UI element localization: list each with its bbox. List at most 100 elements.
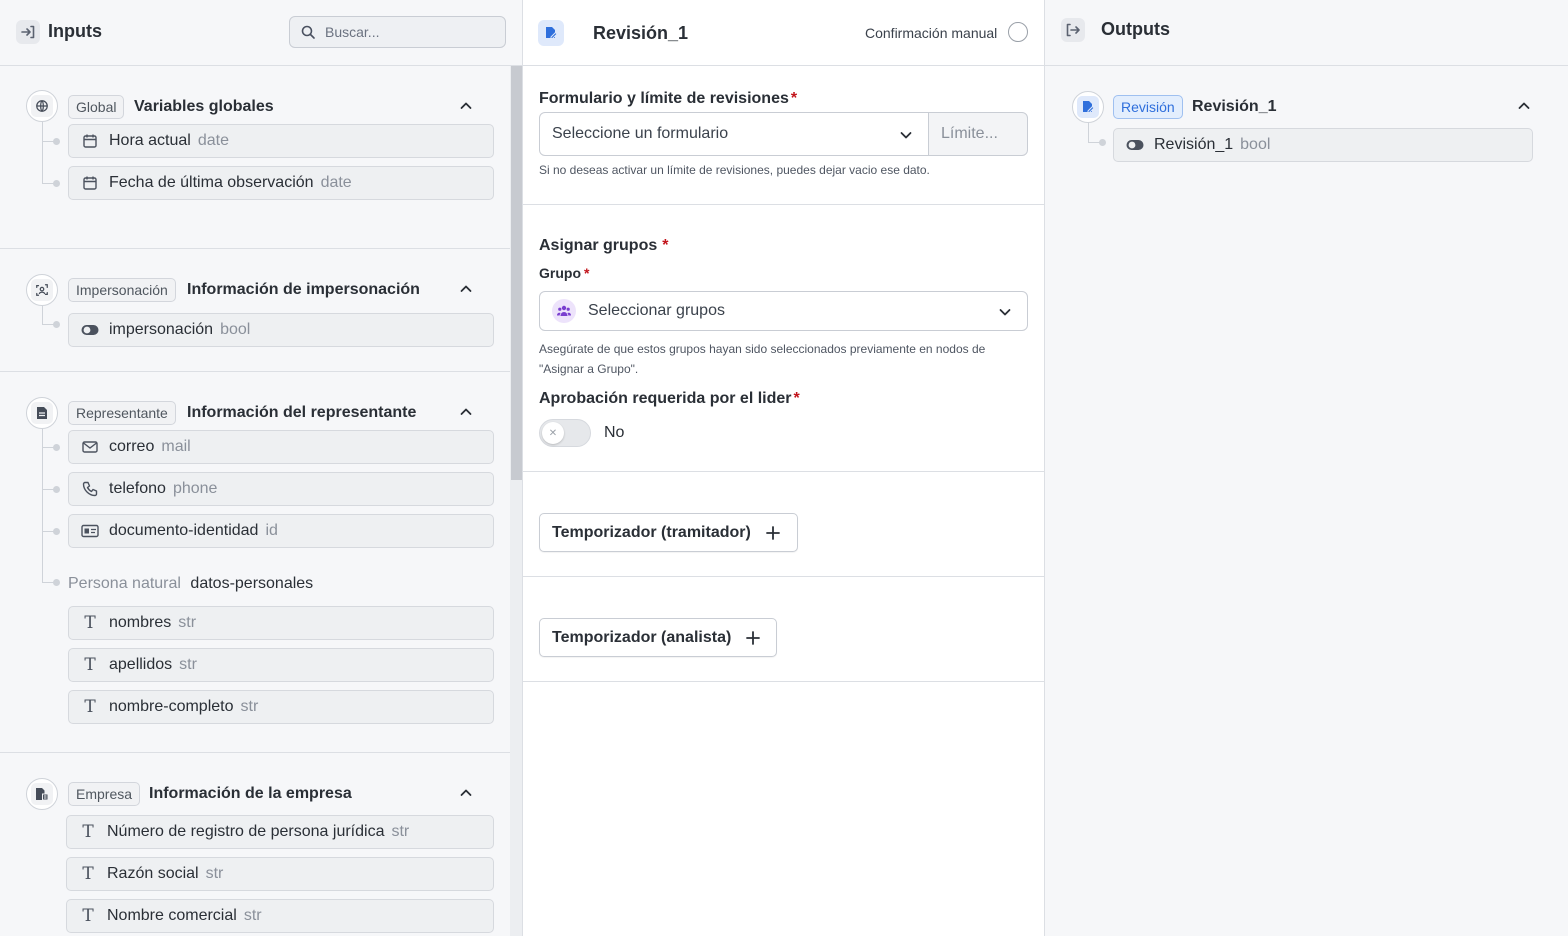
field-type: str <box>179 656 197 673</box>
input-field-hora-actual[interactable]: Hora actual date <box>68 124 494 158</box>
input-field-documento-identidad[interactable]: documento-identidad id <box>68 514 494 548</box>
chevron-up-icon[interactable] <box>458 98 474 114</box>
input-field-razon-social[interactable]: T Razón social str <box>66 857 494 891</box>
tree-line <box>1088 123 1089 142</box>
field-name: nombre-completo <box>109 698 234 715</box>
field-type: date <box>320 174 352 191</box>
input-field-correo[interactable]: correo mail <box>68 430 494 464</box>
add-timer-analista-button[interactable]: Temporizador (analista) <box>539 618 777 657</box>
required-mark: * <box>790 90 798 107</box>
input-field-nombre-completo[interactable]: T nombre-completo str <box>68 690 494 724</box>
field-type: phone <box>172 480 218 497</box>
group-help-line-1: Asegúrate de que estos grupos hayan sido… <box>539 342 986 356</box>
field-type: str <box>240 698 259 715</box>
field-name: Hora actual <box>109 132 191 149</box>
manual-confirmation-checkbox[interactable] <box>1008 22 1028 42</box>
section-tag-empresa: Empresa <box>68 782 141 806</box>
subgroup-name: datos-personales <box>190 575 314 592</box>
outputs-panel: Outputs Revisión Revisión_1 Revisión_1 b… <box>1045 0 1568 936</box>
outputs-header: Outputs <box>1045 0 1568 66</box>
output-field-revision-1[interactable]: Revisión_1 bool <box>1113 128 1533 162</box>
field-type: str <box>243 907 262 924</box>
tree-dot <box>53 180 60 187</box>
field-type: str <box>178 614 197 631</box>
section-tag-impersonacion: Impersonación <box>68 278 176 302</box>
form-limit-label: Formulario y límite de revisiones * <box>539 90 797 108</box>
field-type: bool <box>220 321 251 338</box>
field-name: apellidos <box>109 656 173 673</box>
section-title-representante: Información del representante <box>187 404 417 421</box>
outputs-title: Outputs <box>1101 19 1170 39</box>
group-label-text: Grupo <box>539 265 581 281</box>
toggle-icon <box>1126 136 1144 154</box>
group-select[interactable]: Seleccionar grupos <box>539 291 1028 331</box>
field-name: impersonación <box>109 321 214 338</box>
leader-approval-label: Aprobación requerida por el lider * <box>539 390 800 408</box>
group-label: Grupo * <box>539 265 589 281</box>
section-tag-global: Global <box>68 95 125 119</box>
tree-dot <box>53 579 60 586</box>
manual-confirmation-label: Confirmación manual <box>865 25 998 41</box>
field-name: Nombre comercial <box>107 907 237 924</box>
input-field-registro-persona-juridica[interactable]: T Número de registro de persona jurídica… <box>66 815 494 849</box>
tree-line <box>42 122 43 184</box>
tree-dot <box>1099 139 1106 146</box>
input-field-fecha-ultima-observacion[interactable]: Fecha de última observación date <box>68 166 494 200</box>
leader-approval-value: No <box>604 424 625 441</box>
input-field-nombre-comercial[interactable]: T Nombre comercial str <box>66 899 494 933</box>
node-title: Revisión_1 <box>593 23 689 43</box>
section-divider <box>523 576 1045 577</box>
limit-input[interactable] <box>928 112 1028 156</box>
leader-approval-toggle[interactable]: ✕ <box>539 419 591 447</box>
globe-icon <box>26 90 58 122</box>
field-name: Razón social <box>107 865 199 882</box>
tree-dot <box>53 528 60 535</box>
text-icon: T <box>82 906 94 926</box>
timer-analista-label: Temporizador (analista) <box>552 628 732 646</box>
section-tag-representante: Representante <box>68 401 176 425</box>
output-tag-revision: Revisión <box>1113 95 1183 119</box>
toggle-icon <box>81 321 99 339</box>
field-type: date <box>197 132 229 149</box>
field-name: telefono <box>109 480 166 497</box>
chevron-up-icon[interactable] <box>458 281 474 297</box>
chevron-up-icon[interactable] <box>1516 98 1532 114</box>
form-limit-help: Si no deseas activar un límite de revisi… <box>539 163 930 177</box>
chevron-up-icon[interactable] <box>458 404 474 420</box>
mail-icon <box>81 438 99 456</box>
inputs-panel: Inputs Global Variables globales Hora ac… <box>0 0 523 936</box>
search-input[interactable] <box>325 24 495 40</box>
input-field-nombres[interactable]: T nombres str <box>68 606 494 640</box>
field-name: nombres <box>109 614 172 631</box>
add-timer-tramitador-button[interactable]: Temporizador (tramitador) <box>539 513 798 552</box>
timer-tramitador-label: Temporizador (tramitador) <box>552 523 751 541</box>
input-field-apellidos[interactable]: T apellidos str <box>68 648 494 682</box>
review-node-icon <box>538 20 564 46</box>
document-icon <box>26 397 58 429</box>
node-config-panel: Revisión_1 Confirmación manual Formulari… <box>523 0 1045 936</box>
required-mark: * <box>793 390 800 407</box>
field-type: str <box>205 865 224 882</box>
section-divider <box>0 752 510 753</box>
plus-icon <box>745 630 761 646</box>
face-scan-icon <box>26 274 58 306</box>
group-select-placeholder: Seleccionar grupos <box>588 302 725 319</box>
search-box[interactable] <box>289 16 506 48</box>
search-icon <box>300 24 316 40</box>
text-icon: T <box>84 655 96 675</box>
input-field-impersonacion[interactable]: impersonación bool <box>68 313 494 347</box>
section-title-empresa: Información de la empresa <box>149 785 352 802</box>
field-name: Número de registro de persona jurídica <box>107 823 385 840</box>
assign-groups-label-text: Asignar grupos <box>539 237 658 254</box>
form-select[interactable]: Seleccione un formulario <box>539 112 929 156</box>
building-doc-icon <box>26 778 58 810</box>
subgroup-datos-personales: Persona natural datos-personales <box>68 575 313 593</box>
section-divider <box>523 204 1045 205</box>
field-type: str <box>391 823 410 840</box>
output-section-title: Revisión_1 <box>1192 98 1277 115</box>
field-type: id <box>265 522 278 539</box>
group-help-line-2: "Asignar a Grupo". <box>539 362 639 376</box>
input-field-telefono[interactable]: telefono phone <box>68 472 494 506</box>
scrollbar-thumb[interactable] <box>511 66 522 480</box>
chevron-up-icon[interactable] <box>458 785 474 801</box>
